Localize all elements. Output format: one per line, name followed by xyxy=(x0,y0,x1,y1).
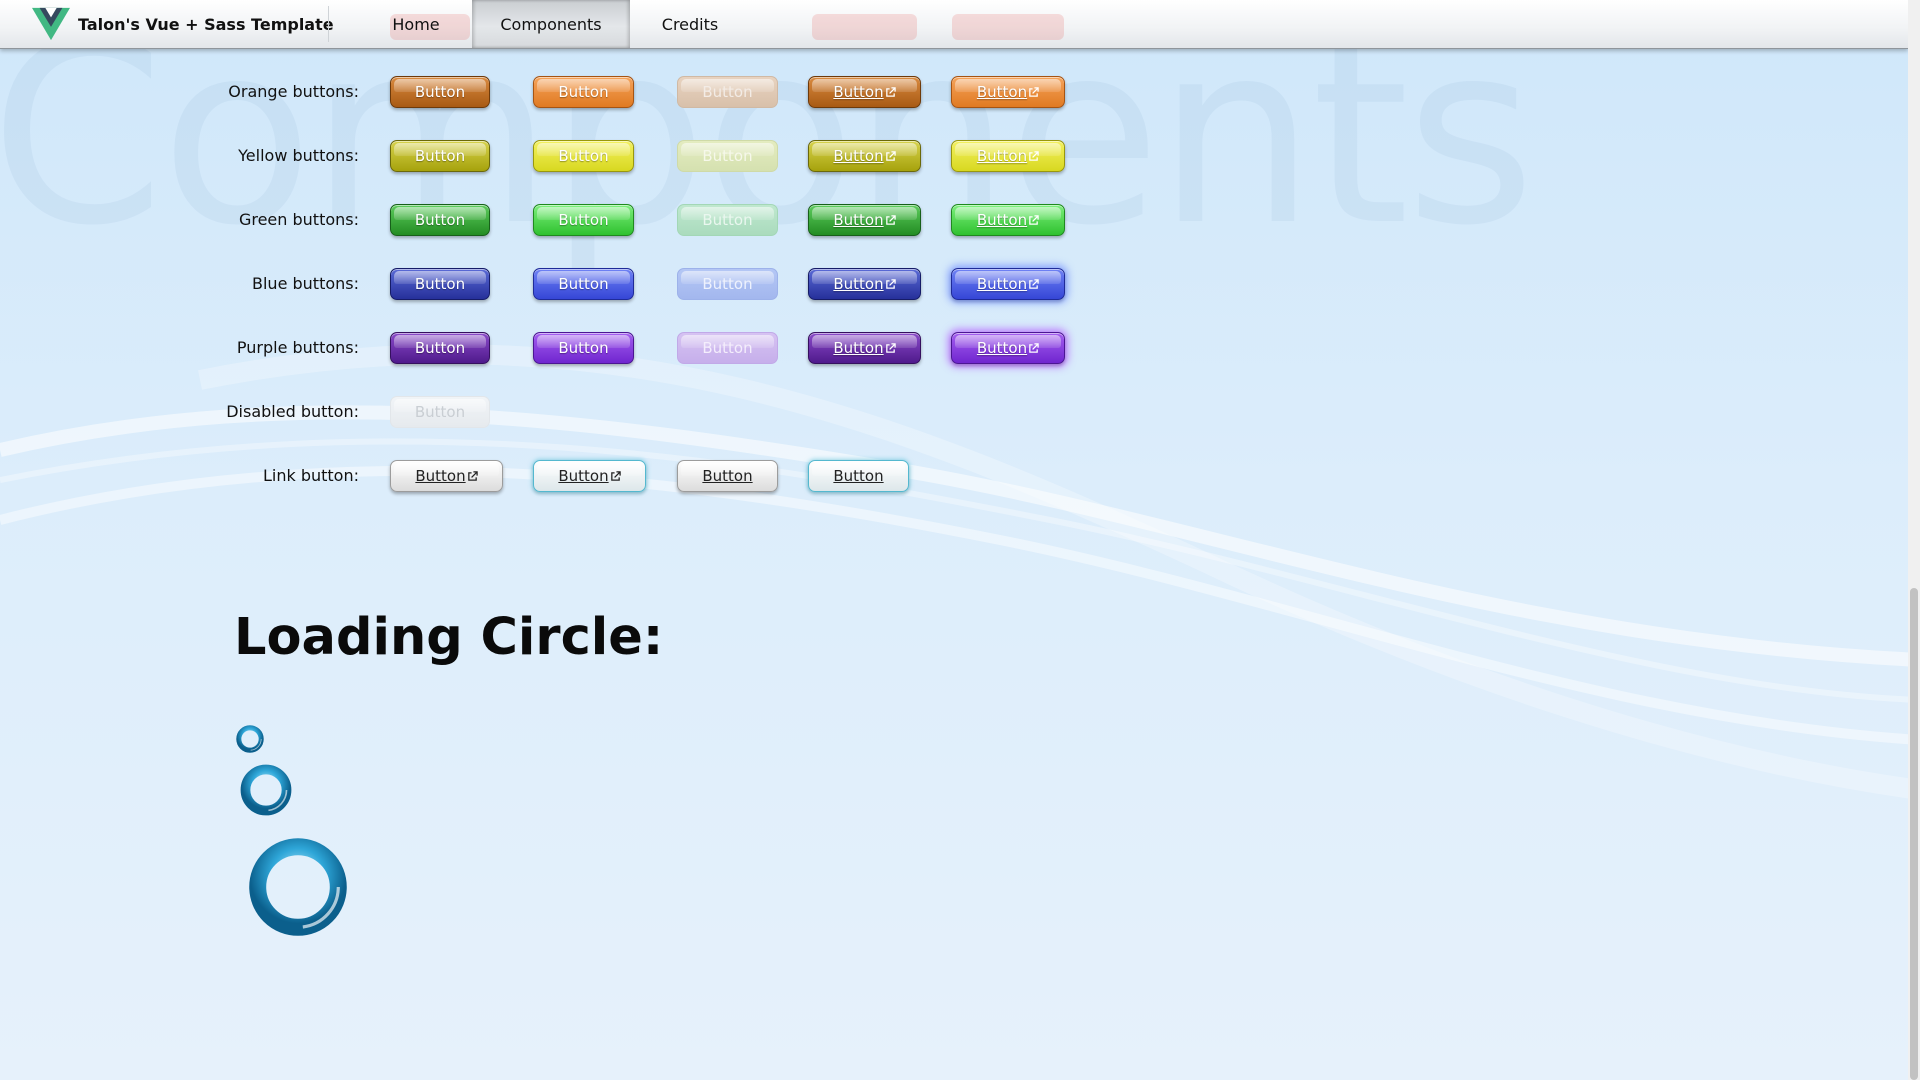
yellow-button[interactable]: Button xyxy=(533,140,634,172)
external-link-icon xyxy=(467,470,478,481)
yellow-link-button-dark[interactable]: Button xyxy=(808,140,921,172)
external-link-icon xyxy=(1029,342,1039,353)
external-link-icon xyxy=(885,150,896,161)
disabled-button: Button xyxy=(390,396,490,428)
purple-link-button-focused[interactable]: Button xyxy=(951,332,1065,364)
external-link-icon xyxy=(885,86,896,97)
external-link-icon xyxy=(885,342,896,353)
scrollbar-thumb[interactable] xyxy=(1910,588,1918,1080)
link-button-active[interactable]: Button xyxy=(808,460,909,492)
yellow-button-dark[interactable]: Button xyxy=(390,140,490,172)
blue-button-dark[interactable]: Button xyxy=(390,268,490,300)
brand[interactable]: Talon's Vue + Sass Template xyxy=(32,0,334,48)
orange-link-button-dark[interactable]: Button xyxy=(808,76,921,108)
green-button[interactable]: Button xyxy=(533,204,634,236)
link-button[interactable]: Button xyxy=(677,460,778,492)
orange-button[interactable]: Button xyxy=(533,76,634,108)
app-title: Talon's Vue + Sass Template xyxy=(78,14,334,34)
blue-link-button-focused[interactable]: Button xyxy=(951,268,1065,300)
nav-credits[interactable]: Credits xyxy=(640,0,740,48)
purple-button-disabled: Button xyxy=(677,332,778,364)
blue-button-disabled: Button xyxy=(677,268,778,300)
green-link-button[interactable]: Button xyxy=(951,204,1065,236)
loading-circle-heading: Loading Circle: xyxy=(234,608,664,667)
row-label-blue: Blue buttons: xyxy=(252,274,359,293)
orange-button-disabled: Button xyxy=(677,76,778,108)
vue-logo-icon xyxy=(32,7,70,41)
orange-button-dark[interactable]: Button xyxy=(390,76,490,108)
orange-link-button[interactable]: Button xyxy=(951,76,1065,108)
row-label-link: Link button: xyxy=(262,466,359,485)
green-button-dark[interactable]: Button xyxy=(390,204,490,236)
row-label-disabled: Disabled button: xyxy=(226,402,359,421)
external-link-icon xyxy=(1029,278,1039,289)
external-link-icon xyxy=(885,278,896,289)
nav-components[interactable]: Components xyxy=(472,0,630,48)
external-link-icon xyxy=(1029,214,1039,225)
row-label-green: Green buttons: xyxy=(238,210,359,229)
row-label-orange: Orange buttons: xyxy=(228,82,359,101)
top-navbar: Talon's Vue + Sass Template Home Compone… xyxy=(0,0,1908,49)
purple-button[interactable]: Button xyxy=(533,332,634,364)
loading-circle-small-icon xyxy=(236,725,264,753)
blue-link-button-dark[interactable]: Button xyxy=(808,268,921,300)
external-link-icon xyxy=(885,214,896,225)
link-button-external-active[interactable]: Button xyxy=(533,460,646,492)
blue-button[interactable]: Button xyxy=(533,268,634,300)
nav-divider xyxy=(328,6,329,42)
nav-home[interactable]: Home xyxy=(370,0,462,48)
green-button-disabled: Button xyxy=(677,204,778,236)
vertical-scrollbar[interactable] xyxy=(1908,0,1920,1080)
external-link-icon xyxy=(1029,150,1039,161)
link-button-external[interactable]: Button xyxy=(390,460,503,492)
purple-link-button-dark[interactable]: Button xyxy=(808,332,921,364)
row-label-purple: Purple buttons: xyxy=(236,338,359,357)
loading-circle-large-icon xyxy=(249,838,347,936)
yellow-button-disabled: Button xyxy=(677,140,778,172)
row-label-yellow: Yellow buttons: xyxy=(238,146,359,165)
yellow-link-button[interactable]: Button xyxy=(951,140,1065,172)
loading-circle-medium-icon xyxy=(240,764,292,816)
external-link-icon xyxy=(1029,86,1039,97)
green-link-button-dark[interactable]: Button xyxy=(808,204,921,236)
external-link-icon xyxy=(610,470,621,481)
purple-button-dark[interactable]: Button xyxy=(390,332,490,364)
